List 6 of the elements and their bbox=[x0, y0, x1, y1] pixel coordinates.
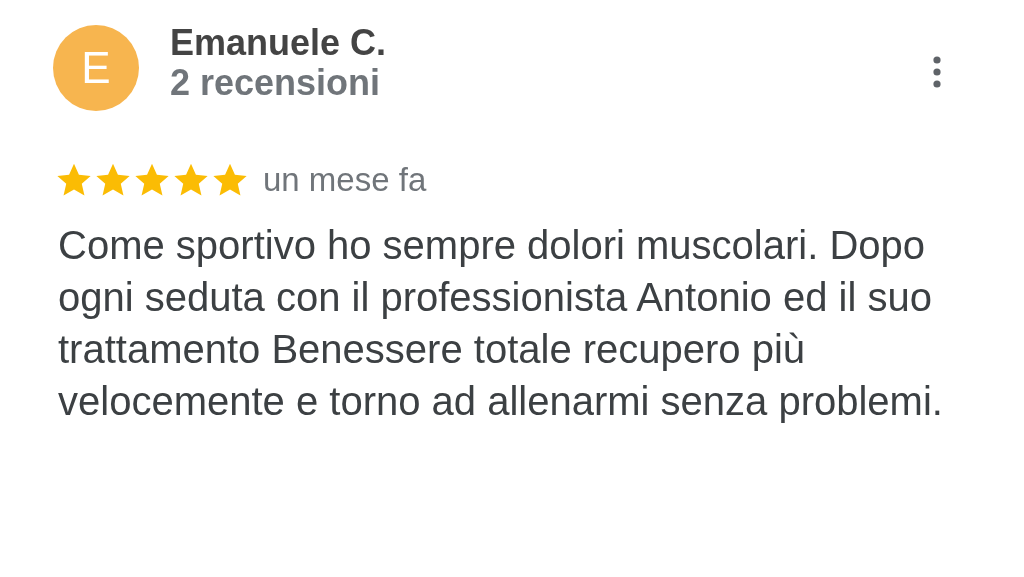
author-name: Emanuele C. bbox=[170, 23, 387, 63]
more-options-icon[interactable] bbox=[932, 56, 942, 88]
review-text: Come sportivo ho sempre dolori muscolari. Dopo ogni seduta con il professionista Antonio ed il suo trattamento Benessere totale recupero più velocemente e torno ad allenarmi senza problemi. bbox=[58, 222, 944, 425]
review-time: un mese fa bbox=[263, 161, 427, 199]
avatar: E bbox=[53, 25, 139, 111]
review-count: 2 recensioni bbox=[170, 63, 382, 103]
